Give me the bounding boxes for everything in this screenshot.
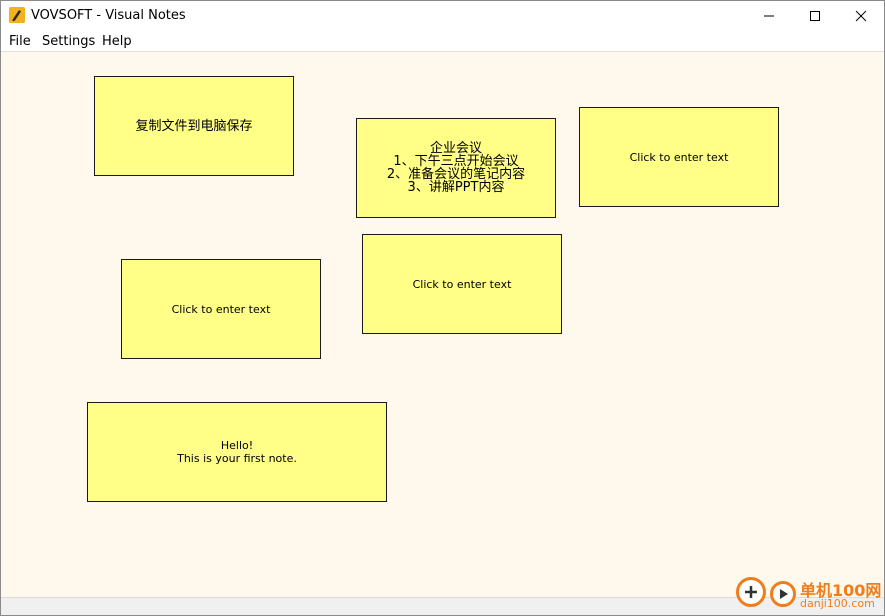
maximize-button[interactable] (792, 1, 838, 31)
title-bar[interactable]: VOVSOFT - Visual Notes (1, 1, 884, 31)
watermark-plus-icon (736, 577, 766, 607)
sticky-note[interactable]: Click to enter text (579, 107, 779, 207)
menu-settings[interactable]: Settings (42, 34, 95, 49)
sticky-note[interactable]: 企业会议 1、下午三点开始会议 2、准备会议的笔记内容 3、讲解PPT内容 (356, 118, 556, 218)
sticky-note[interactable]: Hello! This is your first note. (87, 402, 387, 502)
sticky-note[interactable]: Click to enter text (121, 259, 321, 359)
watermark-play-icon (770, 581, 796, 607)
app-window: VOVSOFT - Visual Notes File Settings Hel… (0, 0, 885, 616)
window-title: VOVSOFT - Visual Notes (31, 8, 186, 23)
close-icon (855, 10, 867, 22)
menu-bar: File Settings Help (1, 31, 884, 51)
minimize-button[interactable] (746, 1, 792, 31)
maximize-icon (810, 11, 820, 21)
menu-file[interactable]: File (9, 34, 31, 49)
close-button[interactable] (838, 1, 884, 31)
note-text: 复制文件到电脑保存 (135, 118, 253, 134)
watermark-url: danji100.com (800, 597, 875, 610)
note-text: Click to enter text (629, 150, 729, 164)
sticky-note[interactable]: Click to enter text (362, 234, 562, 334)
menu-help[interactable]: Help (102, 34, 132, 49)
note-text: Click to enter text (171, 302, 271, 316)
note-text: Hello! This is your first note. (177, 439, 297, 465)
app-logo-icon (9, 7, 25, 23)
watermark-logo: 单机100网 danji100.com (734, 575, 884, 615)
note-text: Click to enter text (412, 277, 512, 291)
note-text: 企业会议 1、下午三点开始会议 2、准备会议的笔记内容 3、讲解PPT内容 (386, 141, 526, 195)
minimize-icon (764, 15, 774, 17)
notes-canvas[interactable]: 复制文件到电脑保存 企业会议 1、下午三点开始会议 2、准备会议的笔记内容 3、… (1, 51, 884, 598)
sticky-note[interactable]: 复制文件到电脑保存 (94, 76, 294, 176)
